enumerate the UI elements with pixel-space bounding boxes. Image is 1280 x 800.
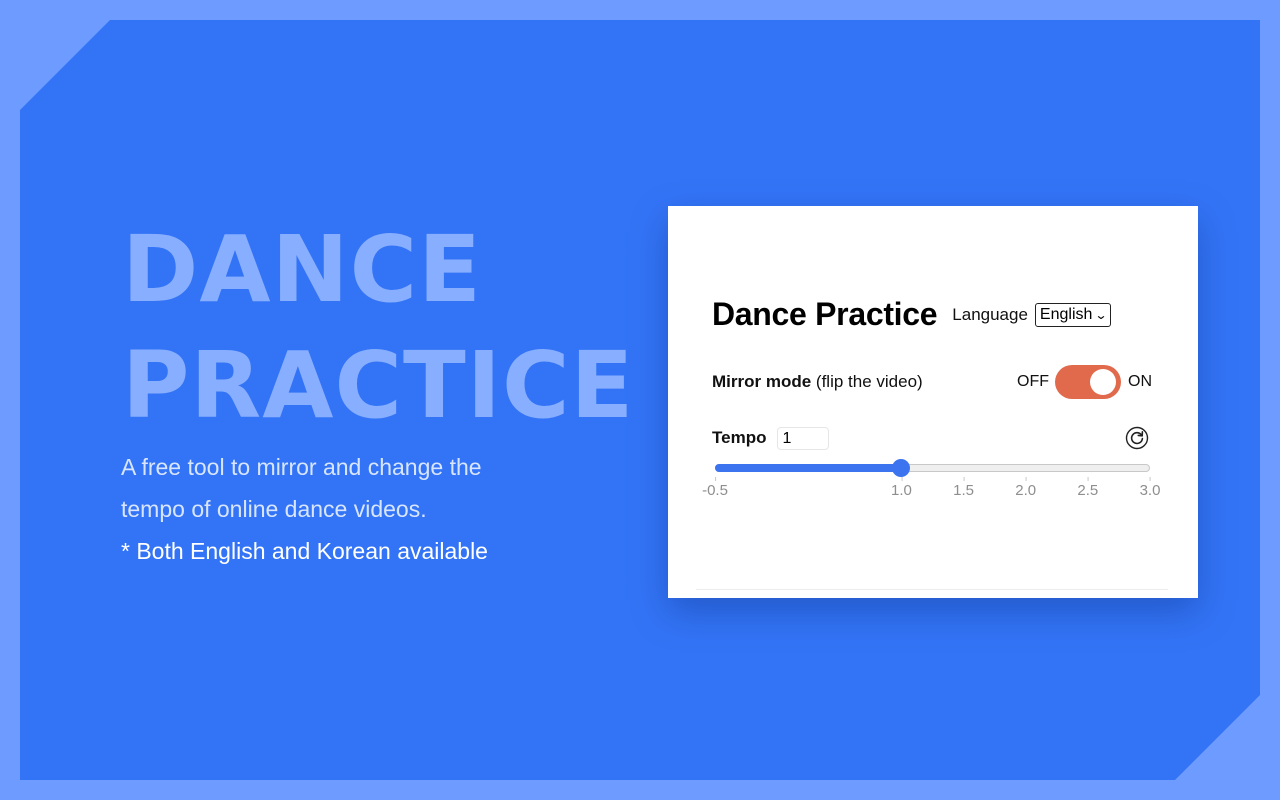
mirror-mode-toggle[interactable]	[1055, 365, 1121, 399]
hero-description-line-1: A free tool to mirror and change the	[121, 454, 482, 480]
slider-tick-label: 1.5	[953, 477, 974, 499]
popup-title: Dance Practice	[712, 296, 938, 332]
mirror-toggle-group: OFF ON	[1017, 365, 1152, 399]
popup-header: Dance Practice Language English ⌄	[712, 296, 1112, 333]
slider-tick-labels: -0.5 1.0 1.5 2.0 2.5 3.0	[702, 477, 1160, 502]
hero-language-note: * Both English and Korean available	[121, 538, 488, 564]
slider-fill	[715, 464, 902, 472]
toggle-knob	[1090, 369, 1116, 395]
toggle-on-label: ON	[1128, 373, 1152, 390]
hero-description: A free tool to mirror and change the tem…	[121, 446, 601, 572]
slider-tick-label: 2.0	[1015, 477, 1037, 499]
tempo-row: Tempo 1	[712, 426, 1149, 450]
chevron-down-icon: ⌄	[1094, 307, 1108, 322]
language-select[interactable]: English ⌄	[1034, 302, 1112, 327]
language-select-value: English	[1039, 305, 1093, 323]
refresh-icon[interactable]	[1125, 426, 1149, 450]
language-label: Language	[952, 304, 1028, 324]
hero-title-line-1: DANCE	[122, 216, 482, 323]
mirror-mode-label: Mirror mode (flip the video)	[712, 372, 923, 392]
slider-tick-label: -0.5	[702, 477, 728, 499]
mirror-mode-row: Mirror mode (flip the video) OFF ON	[712, 364, 1152, 400]
mirror-mode-hint: (flip the video)	[815, 372, 923, 391]
slider-thumb[interactable]	[892, 459, 911, 477]
slider-tick-label: 1.0	[890, 477, 912, 499]
tempo-input[interactable]: 1	[777, 426, 830, 450]
hero-title: DANCE PRACTICE	[122, 212, 634, 444]
slider-tick-label: 2.5	[1077, 477, 1099, 499]
mirror-mode-title: Mirror mode	[712, 372, 812, 391]
hero-description-line-2: tempo of online dance videos.	[121, 496, 427, 522]
slider-tick-label: 3.0	[1139, 477, 1161, 499]
popup-divider	[696, 589, 1168, 590]
toggle-off-label: OFF	[1017, 373, 1049, 390]
extension-popup-card: Dance Practice Language English ⌄ Mirror…	[668, 206, 1198, 598]
tempo-label: Tempo	[712, 428, 767, 447]
hero-title-line-2: PRACTICE	[122, 332, 635, 439]
tempo-slider[interactable]	[715, 459, 1150, 477]
